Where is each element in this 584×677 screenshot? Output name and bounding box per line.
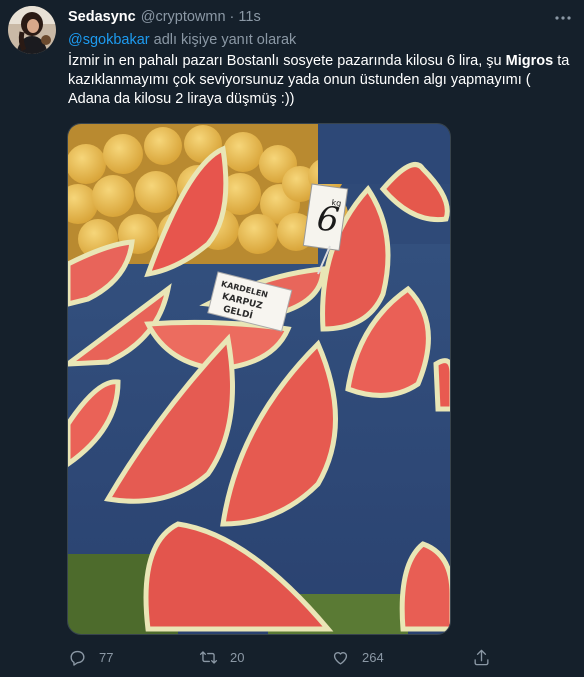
tweet-text-part1: İzmir in en pahalı pazarı Bostanlı sosye… [68,53,506,69]
reply-context: @sgokbakar adlı kişiye yanıt olarak [68,32,296,48]
author-handle[interactable]: @cryptowmn [141,9,226,25]
share-icon [474,649,489,665]
tweet-text: İzmir in en pahalı pazarı Bostanlı sosye… [68,52,573,109]
tweet-timestamp[interactable]: 11s [238,9,260,25]
tweet-header: Sedasync @cryptowmn · 11s [68,9,261,27]
more-options-icon[interactable] [553,8,573,28]
tweet-text-bold: Migros [505,53,554,69]
tweet-actions: 77 20 264 [0,645,584,669]
retweet-count: 20 [230,649,245,665]
tweet[interactable]: Sedasync @cryptowmn · 11s @sgokbakar adl… [0,0,584,677]
reply-context-text: adlı kişiye yanıt olarak [149,32,297,48]
tweet-photo[interactable]: 6 kg KARDELEN KARPUZ GELDİ [67,123,451,635]
like-button[interactable]: 264 [331,645,384,669]
separator-dot: · [229,9,235,25]
reply-mention-link[interactable]: @sgokbakar [68,32,150,48]
reply-button[interactable]: 77 [68,645,113,669]
author-display-name[interactable]: Sedasync [68,9,136,25]
avatar[interactable] [8,6,56,54]
share-button[interactable] [472,645,491,669]
like-count: 264 [362,649,384,665]
retweet-icon [199,650,218,664]
heart-icon [333,651,348,665]
reply-icon [70,650,85,666]
reply-count: 77 [99,649,114,665]
retweet-button[interactable]: 20 [199,645,244,669]
price-sign-unit: kg [331,198,342,208]
